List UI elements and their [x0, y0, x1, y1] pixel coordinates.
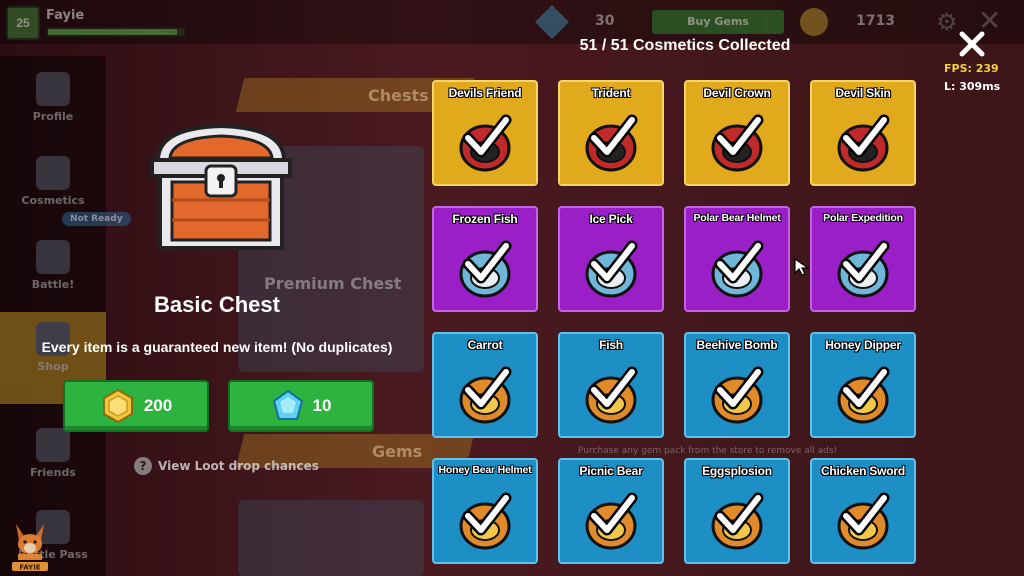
not-ready-badge: Not Ready: [62, 212, 131, 226]
gems-banner-label: Gems: [372, 442, 423, 461]
cosmetic-card[interactable]: Devil Crown: [684, 80, 790, 186]
sidebar-item-profile[interactable]: Profile: [0, 72, 106, 123]
checkmark-icon: [588, 492, 638, 536]
profile-icon: [36, 72, 70, 106]
checkmark-icon: [462, 114, 512, 158]
close-icon[interactable]: [954, 26, 990, 62]
cosmetic-name: Picnic Bear: [579, 464, 643, 478]
cosmetic-card[interactable]: Honey Bear Helmet: [432, 458, 538, 564]
cosmetic-name: Frozen Fish: [452, 212, 518, 226]
coin-icon: [102, 388, 133, 424]
cosmetic-name: Polar Expedition: [823, 212, 903, 224]
friends-icon: [36, 428, 70, 462]
checkmark-icon: [840, 114, 890, 158]
chests-banner-label: Chests: [368, 86, 429, 105]
xp-bar: [46, 27, 186, 37]
buy-with-gems-button[interactable]: 10: [228, 380, 374, 432]
cosmetic-name: Fish: [599, 338, 623, 352]
cosmetic-name: Honey Dipper: [825, 338, 901, 352]
cosmetic-card[interactable]: Devils Friend: [432, 80, 538, 186]
coin-price: 200: [143, 396, 173, 415]
ad-notice: Purchase any gem pack from the store to …: [578, 446, 838, 456]
chest-description: Every item is a guaranteed new item! (No…: [41, 339, 393, 355]
mouse-cursor-icon: [794, 257, 810, 276]
sword-icon: [36, 240, 70, 274]
cosmetic-card[interactable]: Polar Bear Helmet: [684, 206, 790, 312]
checkmark-icon: [588, 114, 638, 158]
top-bar: 25 Fayie 30 Buy Gems 1713 ⚙ ✕: [0, 0, 1024, 44]
question-icon: ?: [134, 457, 152, 475]
basic-chest-icon: [150, 123, 292, 250]
cosmetic-card[interactable]: Beehive Bomb: [684, 332, 790, 438]
checkmark-icon: [840, 492, 890, 536]
checkmark-icon: [840, 240, 890, 284]
checkmark-icon: [714, 240, 764, 284]
checkmark-icon: [588, 366, 638, 410]
cosmetic-card[interactable]: Honey Dipper: [810, 332, 916, 438]
buy-gems-button[interactable]: Buy Gems: [652, 10, 784, 34]
cosmetic-card[interactable]: Chicken Sword: [810, 458, 916, 564]
cosmetic-name: Ice Pick: [589, 212, 633, 226]
cosmetic-name: Eggsplosion: [702, 464, 772, 478]
logo-text: FAYIE: [19, 564, 40, 572]
cosmetic-card[interactable]: Eggsplosion: [684, 458, 790, 564]
buy-with-coins-button[interactable]: 200: [63, 380, 209, 432]
cosmetic-name: Trident: [591, 86, 631, 100]
cosmetic-name: Chicken Sword: [820, 464, 906, 478]
cosmetic-name: Beehive Bomb: [696, 338, 778, 352]
collected-count: 51 / 51 Cosmetics Collected: [579, 37, 791, 54]
premium-chest-label: Premium Chest: [264, 274, 402, 293]
level-badge: 25: [6, 6, 40, 40]
gem-icon: [272, 389, 303, 420]
sidebar-item-label: Profile: [32, 110, 74, 123]
player-name: Fayie: [46, 8, 85, 23]
checkmark-icon: [588, 240, 638, 284]
fps-counter: FPS: 239: [944, 62, 999, 75]
chest-title: Basic Chest: [154, 292, 280, 317]
checkmark-icon: [462, 240, 512, 284]
cosmetic-card[interactable]: Devil Skin: [810, 80, 916, 186]
gem-icon: [535, 5, 569, 39]
cosmetic-card[interactable]: Trident: [558, 80, 664, 186]
checkmark-icon: [462, 366, 512, 410]
cosmetic-name: Polar Bear Helmet: [693, 212, 781, 224]
cosmetic-name: Devils Friend: [448, 86, 522, 100]
latency-counter: L: 309ms: [944, 80, 1001, 93]
xp-bar-fill: [48, 29, 178, 35]
cosmetic-name: Honey Bear Helmet: [438, 464, 532, 476]
sidebar-item-label: Friends: [30, 466, 76, 479]
cosmetic-name: Devil Crown: [703, 86, 771, 100]
checkmark-icon: [714, 366, 764, 410]
cosmetic-card[interactable]: Ice Pick: [558, 206, 664, 312]
gem-count: 30: [595, 13, 615, 29]
sidebar-item-label: Shop: [37, 360, 69, 373]
fox-logo-icon: FAYIE: [12, 524, 48, 572]
sidebar-item-cosmetics[interactable]: Cosmetics: [0, 156, 106, 207]
sidebar-item-label: Battle!: [31, 278, 75, 291]
coin-icon: [800, 8, 828, 36]
cosmetic-name: Devil Skin: [835, 86, 891, 100]
shirt-icon: [36, 156, 70, 190]
cosmetic-card[interactable]: Frozen Fish: [432, 206, 538, 312]
cosmetic-card[interactable]: Carrot: [432, 332, 538, 438]
cosmetic-card[interactable]: Picnic Bear: [558, 458, 664, 564]
cosmetic-name: Carrot: [467, 338, 503, 352]
view-loot-link[interactable]: ? View Loot drop chances: [134, 457, 319, 475]
cosmetic-card[interactable]: Fish: [558, 332, 664, 438]
checkmark-icon: [840, 366, 890, 410]
checkmark-icon: [714, 492, 764, 536]
view-loot-label: View Loot drop chances: [158, 459, 319, 473]
checkmark-icon: [462, 492, 512, 536]
cosmetics-grid: Devils Friend Trident Devil Crown Devil Ski…: [432, 80, 916, 564]
sidebar-item-label: Cosmetics: [21, 194, 85, 207]
coin-count: 1713: [856, 13, 895, 29]
sidebar-item-friends[interactable]: Friends: [0, 428, 106, 479]
cosmetic-card[interactable]: Polar Expedition: [810, 206, 916, 312]
sidebar-item-battle[interactable]: Battle!: [0, 240, 106, 291]
gem-price: 10: [312, 396, 332, 415]
checkmark-icon: [714, 114, 764, 158]
gem-pack-panel: [238, 500, 424, 576]
